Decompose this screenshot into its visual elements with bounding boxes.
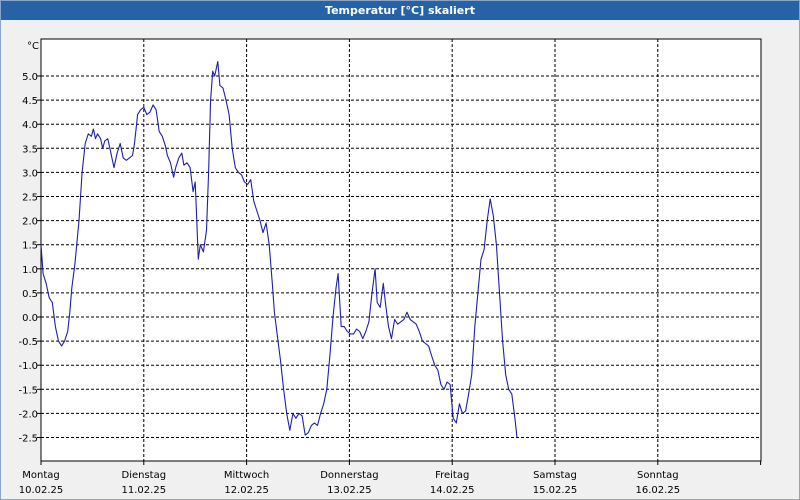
- x-date-label: 16.02.25: [636, 485, 681, 496]
- plot-area: [40, 38, 762, 462]
- y-tick-label: -1.0: [18, 361, 38, 372]
- x-date-label: 14.02.25: [430, 485, 475, 496]
- y-tick-label: -2.0: [18, 409, 38, 420]
- y-tick-label: 3.5: [22, 144, 38, 155]
- y-tick-label: -0.5: [18, 337, 38, 348]
- y-tick-label: 4.0: [22, 120, 38, 131]
- x-date-label: 15.02.25: [533, 485, 578, 496]
- y-axis-unit: °C: [27, 41, 39, 52]
- x-date-label: 11.02.25: [122, 485, 167, 496]
- x-day-label: Montag: [22, 470, 59, 481]
- y-tick-label: 2.5: [22, 193, 38, 204]
- y-tick-label: 5.0: [22, 72, 38, 83]
- x-day-label: Sonntag: [637, 470, 679, 481]
- y-tick-label: -2.5: [18, 434, 38, 445]
- x-date-label: 13.02.25: [327, 485, 372, 496]
- y-tick-label: 2.0: [22, 217, 38, 228]
- x-date-label: 12.02.25: [224, 485, 269, 496]
- y-tick-label: 1.0: [22, 265, 38, 276]
- y-tick-label: 4.5: [22, 96, 38, 107]
- y-tick-label: 1.5: [22, 241, 38, 252]
- temperature-chart: 5.0 4.5 4.0 3.5 3.0 2.5 2.0 1.5 1.0 0.5 0.0 -0.5 -1.…: [18, 38, 762, 496]
- y-tick-label: 0.0: [22, 313, 38, 324]
- x-date-label: 10.02.25: [19, 485, 64, 496]
- x-day-label: Samstag: [533, 470, 577, 481]
- x-day-label: Mittwoch: [224, 470, 269, 481]
- x-day-label: Dienstag: [122, 470, 167, 481]
- y-tick-label: -1.5: [18, 385, 38, 396]
- y-tick-label: 3.0: [22, 168, 38, 179]
- y-tick-label: 0.5: [22, 289, 38, 300]
- x-day-label: Donnerstag: [320, 470, 378, 481]
- x-day-label: Freitag: [435, 470, 469, 481]
- chart-window: Temperatur [°C] skaliert 5.0 4.5 4.0 3.5 3.0…: [0, 0, 800, 500]
